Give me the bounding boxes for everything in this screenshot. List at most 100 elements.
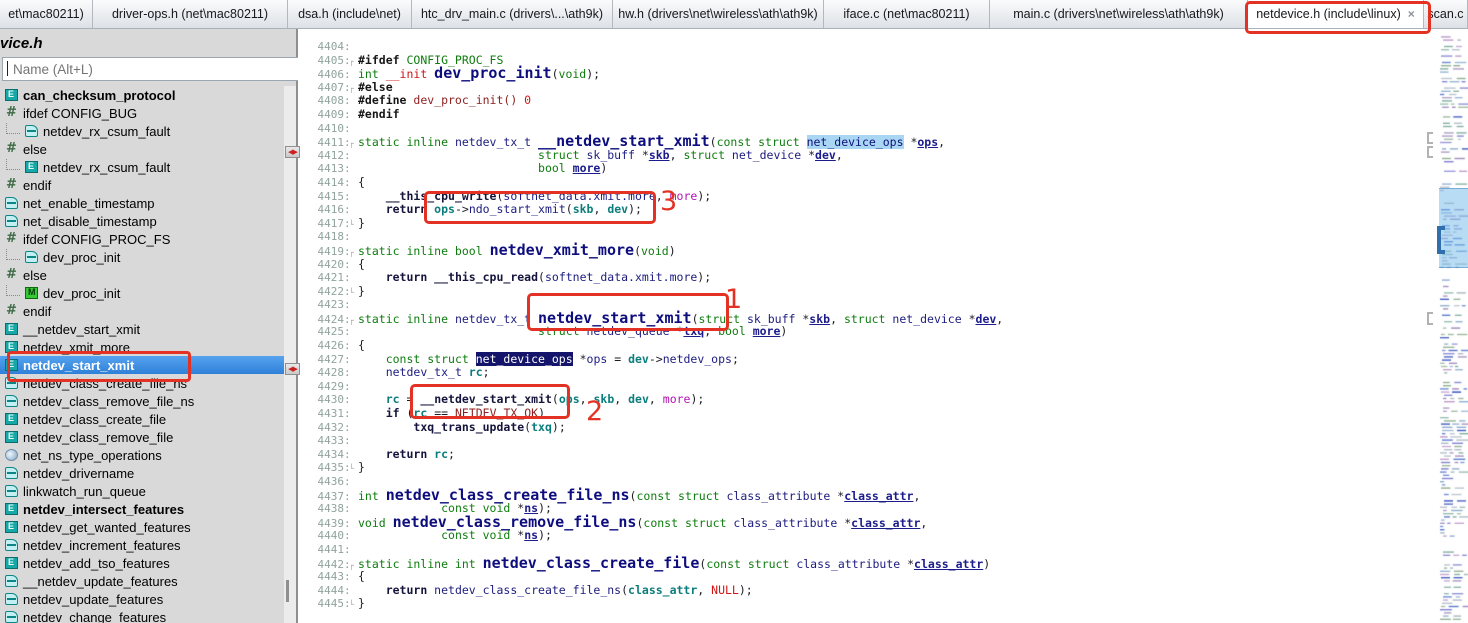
code-line-4407[interactable]: 4407: ┌ #else <box>298 80 1426 95</box>
sidebar-item-dev-proc-init[interactable]: dev_proc_init <box>0 284 284 302</box>
sidebar-item-net-enable-timestamp[interactable]: net_enable_timestamp <box>0 194 284 212</box>
line-number: 4445 <box>317 597 345 611</box>
code-line-4440[interactable]: 4440: const void *ns); <box>298 529 1426 543</box>
sidebar-item-netdev-rx-csum-fault[interactable]: netdev_rx_csum_fault <box>0 122 284 140</box>
tab-htc-drv-main-c-drivers-ath9k-[interactable]: htc_drv_main.c (drivers\...\ath9k) <box>412 0 613 28</box>
code-line-4423[interactable]: 4423: <box>298 298 1426 312</box>
sidebar-item-netdev-increment-features[interactable]: netdev_increment_features <box>0 536 284 554</box>
code-line-4428[interactable]: 4428: netdev_tx_t rc; <box>298 365 1426 380</box>
sidebar-item-netdev-get-wanted-features[interactable]: netdev_get_wanted_features <box>0 518 284 536</box>
code-line-4427[interactable]: ◀▶ 4427: const struct net_device_ops *ops… <box>285 351 1426 375</box>
prototype-icon <box>5 593 18 605</box>
code-line-4417[interactable]: 4417: └} <box>298 216 1426 231</box>
sidebar-item-netdev-class-remove-file[interactable]: netdev_class_remove_file <box>0 428 284 446</box>
code-line-4413[interactable]: 4413: bool more) <box>298 162 1426 176</box>
sidebar-item-netdev-drivername[interactable]: netdev_drivername <box>0 464 284 482</box>
sidebar-item-netdev-class-remove-file-ns[interactable]: netdev_class_remove_file_ns <box>0 392 284 410</box>
code-line-4409[interactable]: 4409: #endif <box>298 107 1426 122</box>
sidebar-item-netdev-add-tso-features[interactable]: netdev_add_tso_features <box>0 554 284 572</box>
code-line-4408[interactable]: 4408: #define dev_proc_init() 0 <box>298 94 1426 108</box>
sidebar-item-label: dev_proc_init <box>43 249 121 265</box>
sidebar-item-else[interactable]: else <box>0 140 284 158</box>
code-line-4411[interactable]: ◀▶ 4411: ┌ static inline netdev_tx_t __netd… <box>285 134 1426 159</box>
sidebar-scrollbar-track[interactable] <box>284 86 296 623</box>
sidebar-item-netdev-class-create-file[interactable]: netdev_class_create_file <box>0 410 284 428</box>
code-line-4422[interactable]: 4422: └} <box>298 284 1426 299</box>
tab-iface-c-net-mac80211-[interactable]: iface.c (net\mac80211) <box>824 0 990 28</box>
sidebar-item-netdev-rx-csum-fault[interactable]: netdev_rx_csum_fault <box>0 158 284 176</box>
sidebar-item-netdev-start-xmit[interactable]: netdev_start_xmit <box>0 356 284 374</box>
code-line-4432[interactable]: 4432: txq_trans_update(txq); <box>298 420 1426 435</box>
code-line-4441[interactable]: 4441: <box>298 543 1426 557</box>
sidebar-item--netdev-start-xmit[interactable]: __netdev_start_xmit <box>0 320 284 338</box>
sidebar-item-else[interactable]: else <box>0 266 284 284</box>
sidebar-item-ifdef-config-proc-fs[interactable]: ifdef CONFIG_PROC_FS <box>0 230 284 248</box>
prototype-icon <box>5 395 18 407</box>
code-line-4418[interactable]: 4418: <box>298 230 1426 244</box>
code-line-4433[interactable]: 4433: <box>298 434 1426 448</box>
code-line-4410[interactable]: 4410: <box>298 122 1426 136</box>
code-minimap[interactable] <box>1428 29 1468 623</box>
close-icon[interactable]: × <box>1408 7 1415 21</box>
line-number-colon: : <box>344 203 351 217</box>
sidebar-scrollbar-thumb[interactable] <box>286 580 289 602</box>
fold-marker: └ <box>349 600 354 610</box>
code-line-4425[interactable]: 4425: struct netdev_queue *txq, bool mor… <box>298 325 1426 339</box>
code-line-4416[interactable]: 4416: return ops->ndo_start_xmit(skb, de… <box>298 202 1426 217</box>
sidebar-item--netdev-update-features[interactable]: __netdev_update_features <box>0 572 284 590</box>
sidebar-item-net-ns-type-operations[interactable]: net_ns_type_operations <box>0 446 284 464</box>
sidebar-item-netdev-class-create-file-ns[interactable]: netdev_class_create_file_ns <box>0 374 284 392</box>
code-line-4437[interactable]: 4437: int netdev_class_create_file_ns(con… <box>298 487 1426 503</box>
sidebar-item-netdev-intersect-features[interactable]: netdev_intersect_features <box>0 500 284 518</box>
code-line-4442[interactable]: 4442: ┌ static inline int netdev_class_cre… <box>298 555 1426 571</box>
sidebar-item-ifdef-config-bug[interactable]: ifdef CONFIG_BUG <box>0 104 284 122</box>
code-line-4429[interactable]: 4429: <box>298 380 1426 394</box>
code-line-4435[interactable]: 4435: └} <box>298 461 1426 475</box>
sidebar-item-netdev-xmit-more[interactable]: netdev_xmit_more <box>0 338 284 356</box>
sidebar-item-endif[interactable]: endif <box>0 302 284 320</box>
sidebar-item-net-disable-timestamp[interactable]: net_disable_timestamp <box>0 212 284 230</box>
sidebar-item-can-checksum-protocol[interactable]: can_checksum_protocol <box>0 86 284 104</box>
code-line-4443[interactable]: 4443: { <box>298 569 1426 584</box>
code-line-4424[interactable]: 4424: ┌ static inline netdev_tx_t netdev_s… <box>298 310 1426 326</box>
code-line-4434[interactable]: 4434: return rc; <box>298 447 1426 462</box>
code-line-4420[interactable]: 4420: { <box>298 257 1426 272</box>
sidebar-item-label: net_ns_type_operations <box>23 447 162 463</box>
sidebar-item-endif[interactable]: endif <box>0 176 284 194</box>
code-line-4419[interactable]: 4419: ┌ static inline bool netdev_xmit_mor… <box>298 242 1426 258</box>
tab-et-mac80211-[interactable]: et\mac80211) <box>0 0 93 28</box>
code-line-4421[interactable]: 4421: return __this_cpu_read(softnet_dat… <box>298 270 1426 285</box>
tab-hw-h-drivers-net-wireless-ath-ath9k-[interactable]: hw.h (drivers\net\wireless\ath\ath9k) <box>613 0 824 28</box>
tab-driver-ops-h-net-mac80211-[interactable]: driver-ops.h (net\mac80211) <box>93 0 288 28</box>
code-line-4412[interactable]: 4412: struct sk_buff *skb, struct net_de… <box>298 148 1426 163</box>
sidebar-item-label: netdev_change_features <box>23 609 167 623</box>
line-number: 4430 <box>317 393 345 407</box>
code-line-4444[interactable]: 4444: return netdev_class_create_file_ns… <box>298 583 1426 598</box>
sidebar-item-netdev-change-features[interactable]: netdev_change_features <box>0 608 284 623</box>
code-line-4430[interactable]: 4430: rc = __netdev_start_xmit(ops, skb,… <box>298 393 1426 407</box>
code-line-4414[interactable]: 4414: { <box>298 175 1426 190</box>
line-number: 4432 <box>317 420 345 434</box>
sidebar-item-dev-proc-init[interactable]: dev_proc_init <box>0 248 284 266</box>
code-text: int __init dev_proc_init(void); <box>358 64 601 83</box>
code-line-4445[interactable]: 4445: └} <box>298 597 1426 611</box>
symbol-search-input[interactable] <box>2 57 308 81</box>
code-line-4406[interactable]: 4406: int __init dev_proc_init(void); <box>298 64 1426 83</box>
line-number-colon: : <box>344 148 351 162</box>
tab-scan-c[interactable]: scan.c <box>1424 0 1468 28</box>
code-line-4415[interactable]: 4415: __this_cpu_write(softnet_data.xmit… <box>298 189 1426 204</box>
fold-marker: └ <box>349 464 354 474</box>
macro-icon <box>25 287 38 299</box>
code-editor[interactable]: 4404:4405: ┌ #ifdef CONFIG_PROC_FS 4406: int… <box>285 29 1426 623</box>
tab-dsa-h-include-net-[interactable]: dsa.h (include\net) <box>288 0 412 28</box>
code-line-4431[interactable]: 4431: if (rc == NETDEV_TX_OK) <box>298 406 1426 421</box>
sidebar-item-linkwatch-run-queue[interactable]: linkwatch_run_queue <box>0 482 284 500</box>
code-line-4426[interactable]: 4426: { <box>298 338 1426 353</box>
tab-netdevice-h-include-linux-[interactable]: netdevice.h (include\linux) × <box>1248 0 1424 28</box>
code-line-4404[interactable]: 4404: <box>298 40 1426 54</box>
code-text: netdev_tx_t rc; <box>385 365 490 380</box>
line-number-colon: : <box>344 121 351 135</box>
code-line-4439[interactable]: 4439: void netdev_class_remove_file_ns(co… <box>298 514 1426 530</box>
sidebar-item-netdev-update-features[interactable]: netdev_update_features <box>0 590 284 608</box>
tab-main-c-drivers-net-wireless-ath-ath9k-[interactable]: main.c (drivers\net\wireless\ath\ath9k) <box>990 0 1248 28</box>
